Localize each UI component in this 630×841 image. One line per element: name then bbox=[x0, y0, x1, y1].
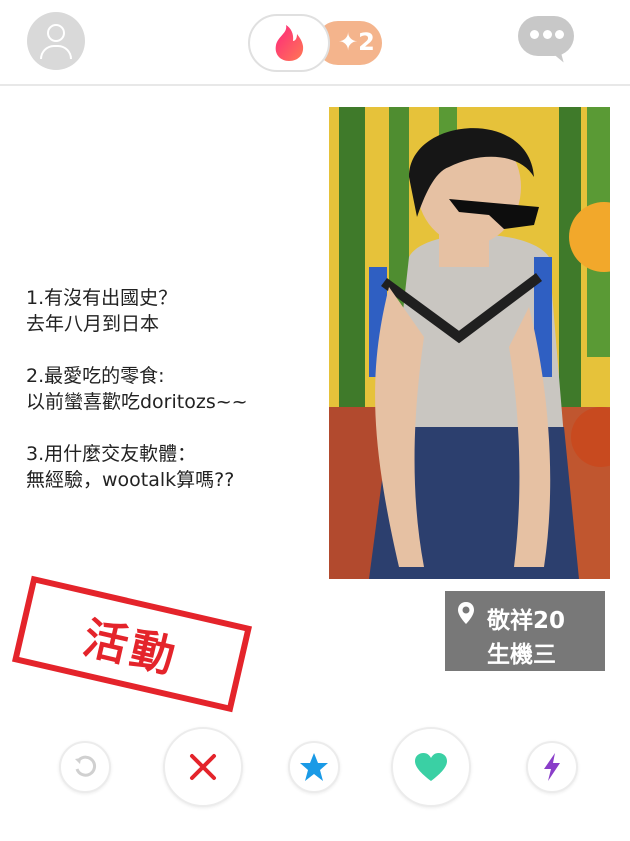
nope-button[interactable] bbox=[163, 727, 243, 807]
bio-item: 2.最愛吃的零食: 以前蠻喜歡吃doritozs~~ bbox=[26, 363, 326, 415]
star-icon bbox=[300, 753, 328, 781]
rewind-icon bbox=[75, 755, 97, 777]
x-icon bbox=[190, 754, 216, 780]
bio-item: 3.用什麼交友軟體： 無經驗，wootalk算嗎?? bbox=[26, 441, 326, 493]
bio-question: 1.有沒有出國史？ bbox=[26, 287, 178, 309]
profile-button[interactable] bbox=[27, 12, 85, 70]
heart-icon bbox=[415, 753, 447, 781]
boost-counter-label: ✦2 bbox=[338, 28, 375, 56]
profile-photo[interactable] bbox=[329, 107, 610, 579]
profile-info-box: 敬祥20 生機三 bbox=[445, 591, 605, 671]
bio-answer: 去年八月到日本 bbox=[26, 313, 160, 335]
bio-answer: 以前蠻喜歡吃doritozs~~ bbox=[26, 391, 248, 413]
bio-item: 1.有沒有出國史？ 去年八月到日本 bbox=[26, 285, 326, 337]
location-pin-icon bbox=[458, 602, 474, 624]
profile-bio: 1.有沒有出國史？ 去年八月到日本 2.最愛吃的零食: 以前蠻喜歡吃dorito… bbox=[26, 285, 326, 519]
bio-question: 2.最愛吃的零食: bbox=[26, 365, 165, 387]
messages-button[interactable] bbox=[518, 16, 574, 66]
lightning-icon bbox=[544, 753, 560, 781]
discover-tab-button[interactable] bbox=[248, 14, 330, 72]
super-like-button[interactable] bbox=[288, 741, 340, 793]
rewind-button[interactable] bbox=[59, 741, 111, 793]
flame-icon bbox=[275, 25, 304, 61]
bio-question: 3.用什麼交友軟體： bbox=[26, 443, 197, 465]
activity-stamp: 活動 bbox=[11, 575, 253, 713]
person-icon bbox=[47, 24, 65, 42]
stamp-text: 活動 bbox=[78, 612, 184, 685]
bio-answer: 無經驗，wootalk算嗎?? bbox=[26, 469, 235, 491]
top-navigation-bar: ✦2 bbox=[0, 0, 630, 86]
boost-button[interactable] bbox=[526, 741, 578, 793]
profile-department: 生機三 bbox=[487, 642, 556, 668]
profile-name-age: 敬祥20 bbox=[487, 608, 566, 634]
like-button[interactable] bbox=[391, 727, 471, 807]
